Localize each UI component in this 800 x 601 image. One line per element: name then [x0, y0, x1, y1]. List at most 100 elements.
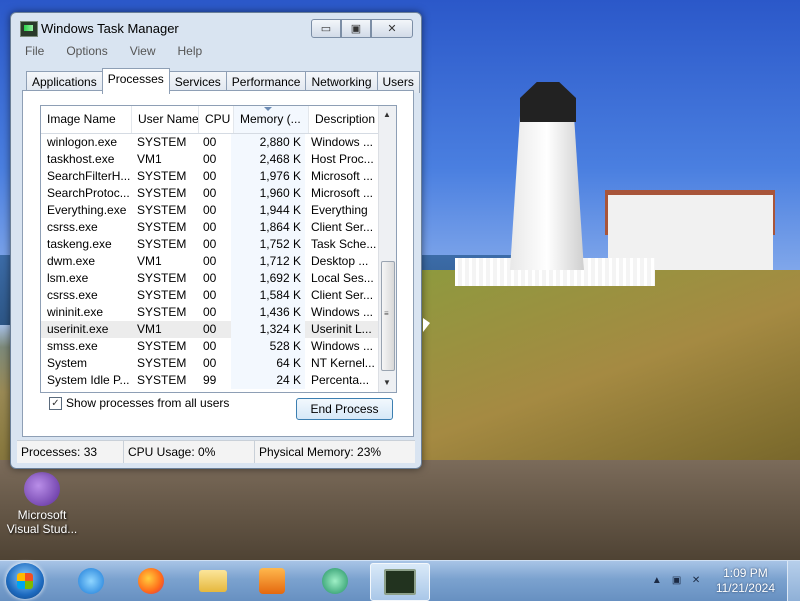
cell-image-name: csrss.exe	[47, 220, 98, 234]
cell-description: Task Sche...	[311, 237, 377, 251]
table-row[interactable]: winlogon.exe SYSTEM 00 2,880 K Windows ...	[41, 134, 396, 151]
cell-memory: 1,752 K	[231, 236, 305, 253]
menu-view[interactable]: View	[116, 43, 164, 61]
taskbar-messenger[interactable]	[306, 563, 364, 599]
cell-image-name: csrss.exe	[47, 288, 98, 302]
cell-image-name: SearchProtoc...	[47, 186, 130, 200]
cell-user-name: SYSTEM	[137, 237, 187, 251]
status-processes: Processes: 33	[17, 441, 124, 463]
mouse-cursor-icon	[423, 318, 430, 332]
tab-processes[interactable]: Processes	[101, 68, 170, 94]
cell-memory: 64 K	[231, 355, 305, 372]
cell-image-name: System Idle P...	[47, 373, 130, 387]
taskbar-media-player[interactable]	[243, 563, 301, 599]
table-row[interactable]: lsm.exe SYSTEM 00 1,692 K Local Ses...	[41, 270, 396, 287]
cell-user-name: SYSTEM	[137, 271, 187, 285]
column-memory[interactable]: Memory (...	[234, 106, 309, 133]
table-row[interactable]: wininit.exe SYSTEM 00 1,436 K Windows ...	[41, 304, 396, 321]
table-row[interactable]: Everything.exe SYSTEM 00 1,944 K Everything	[41, 202, 396, 219]
status-cpu-usage: CPU Usage: 0%	[124, 441, 255, 463]
close-button[interactable]: ✕	[371, 19, 413, 38]
cell-cpu: 00	[203, 237, 217, 251]
cell-description: Everything	[311, 203, 368, 217]
cell-description: Windows ...	[311, 135, 374, 149]
cell-memory: 2,468 K	[231, 151, 305, 168]
table-row[interactable]: taskhost.exe VM1 00 2,468 K Host Proc...	[41, 151, 396, 168]
clock[interactable]: 1:09 PM 11/21/2024	[716, 566, 775, 596]
cell-memory: 1,960 K	[231, 185, 305, 202]
scrollbar-grip-icon: ≡	[384, 309, 389, 318]
title-bar[interactable]: Windows Task Manager ▭ ▣ ✕	[11, 13, 421, 43]
network-icon[interactable]: ▣	[672, 575, 684, 587]
shortcut-label-line1: Microsoft	[17, 508, 67, 522]
cell-description: Windows ...	[311, 339, 374, 353]
table-row[interactable]: SearchFilterH... SYSTEM 00 1,976 K Microsoft…	[41, 168, 396, 185]
cell-user-name: VM1	[137, 254, 162, 268]
taskbar-task-manager[interactable]	[370, 563, 430, 601]
cell-cpu: 00	[203, 339, 217, 353]
cell-cpu: 00	[203, 135, 217, 149]
taskbar-firefox[interactable]	[122, 563, 180, 599]
process-list[interactable]: Image Name User Name CPU Memory (... Des…	[40, 105, 397, 393]
cell-cpu: 00	[203, 288, 217, 302]
cell-image-name: lsm.exe	[47, 271, 89, 285]
scrollbar-thumb[interactable]: ≡	[381, 261, 395, 371]
scroll-down-arrow-icon[interactable]: ▼	[383, 378, 391, 387]
menu-bar: File Options View Help	[11, 43, 210, 61]
menu-help[interactable]: Help	[164, 43, 211, 61]
minimize-button[interactable]: ▭	[311, 19, 341, 38]
show-hidden-icons-icon[interactable]: ▲	[652, 575, 664, 587]
cell-image-name: Everything.exe	[47, 203, 127, 217]
show-all-processes-option[interactable]: ✓ Show processes from all users	[49, 396, 229, 410]
cell-memory: 2,880 K	[231, 134, 305, 151]
clock-time: 1:09 PM	[723, 566, 768, 580]
cell-image-name: wininit.exe	[47, 305, 104, 319]
table-row[interactable]: smss.exe SYSTEM 00 528 K Windows ...	[41, 338, 396, 355]
cell-cpu: 00	[203, 203, 217, 217]
cell-description: Host Proc...	[311, 152, 374, 166]
table-row[interactable]: userinit.exe VM1 00 1,324 K Userinit L...	[41, 321, 396, 338]
cell-description: Client Ser...	[311, 288, 374, 302]
cell-user-name: SYSTEM	[137, 169, 187, 183]
taskbar-internet-explorer[interactable]	[62, 563, 120, 599]
table-row[interactable]: taskeng.exe SYSTEM 00 1,752 K Task Sche...	[41, 236, 396, 253]
cell-cpu: 00	[203, 254, 217, 268]
column-description[interactable]: Description	[309, 106, 386, 133]
clock-date: 11/21/2024	[715, 581, 775, 595]
menu-options[interactable]: Options	[52, 43, 115, 61]
taskbar-file-explorer[interactable]	[184, 563, 242, 599]
cell-memory: 1,944 K	[231, 202, 305, 219]
system-tray: ▲ ▣ ✕ 1:09 PM 11/21/2024	[652, 561, 800, 601]
show-desktop-button[interactable]	[787, 561, 800, 601]
cell-memory: 24 K	[231, 372, 305, 389]
column-user-name[interactable]: User Name	[132, 106, 199, 133]
lighthouse-lantern	[520, 82, 576, 122]
column-image-name[interactable]: Image Name	[41, 106, 132, 133]
table-row[interactable]: csrss.exe SYSTEM 00 1,864 K Client Ser...	[41, 219, 396, 236]
start-button[interactable]	[6, 563, 44, 599]
menu-file[interactable]: File	[11, 43, 52, 61]
column-cpu[interactable]: CPU	[199, 106, 234, 133]
volume-muted-icon[interactable]: ✕	[692, 575, 704, 587]
cell-user-name: SYSTEM	[137, 339, 187, 353]
table-row[interactable]: dwm.exe VM1 00 1,712 K Desktop ...	[41, 253, 396, 270]
table-row[interactable]: System Idle P... SYSTEM 99 24 K Percenta...	[41, 372, 396, 389]
cell-user-name: SYSTEM	[137, 135, 187, 149]
cell-memory: 1,692 K	[231, 270, 305, 287]
status-physical-memory: Physical Memory: 23%	[259, 445, 382, 459]
cell-memory: 1,436 K	[231, 304, 305, 321]
maximize-button[interactable]: ▣	[341, 19, 371, 38]
column-header-row: Image Name User Name CPU Memory (... Des…	[41, 106, 396, 134]
status-bar: Processes: 33 CPU Usage: 0% Physical Mem…	[17, 440, 415, 463]
task-manager-taskbar-icon	[384, 569, 416, 595]
vertical-scrollbar[interactable]: ▲ ≡ ▼	[378, 106, 396, 392]
table-row[interactable]: System SYSTEM 00 64 K NT Kernel...	[41, 355, 396, 372]
show-all-checkbox[interactable]: ✓	[49, 396, 62, 410]
table-row[interactable]: csrss.exe SYSTEM 00 1,584 K Client Ser...	[41, 287, 396, 304]
cell-description: Percenta...	[311, 373, 370, 387]
scroll-up-arrow-icon[interactable]: ▲	[383, 110, 391, 119]
table-row[interactable]: SearchProtoc... SYSTEM 00 1,960 K Microsoft …	[41, 185, 396, 202]
desktop-shortcut-visual-studio[interactable]: Microsoft Visual Stud...	[2, 472, 82, 536]
cell-image-name: taskhost.exe	[47, 152, 115, 166]
end-process-button[interactable]: End Process	[296, 398, 393, 420]
